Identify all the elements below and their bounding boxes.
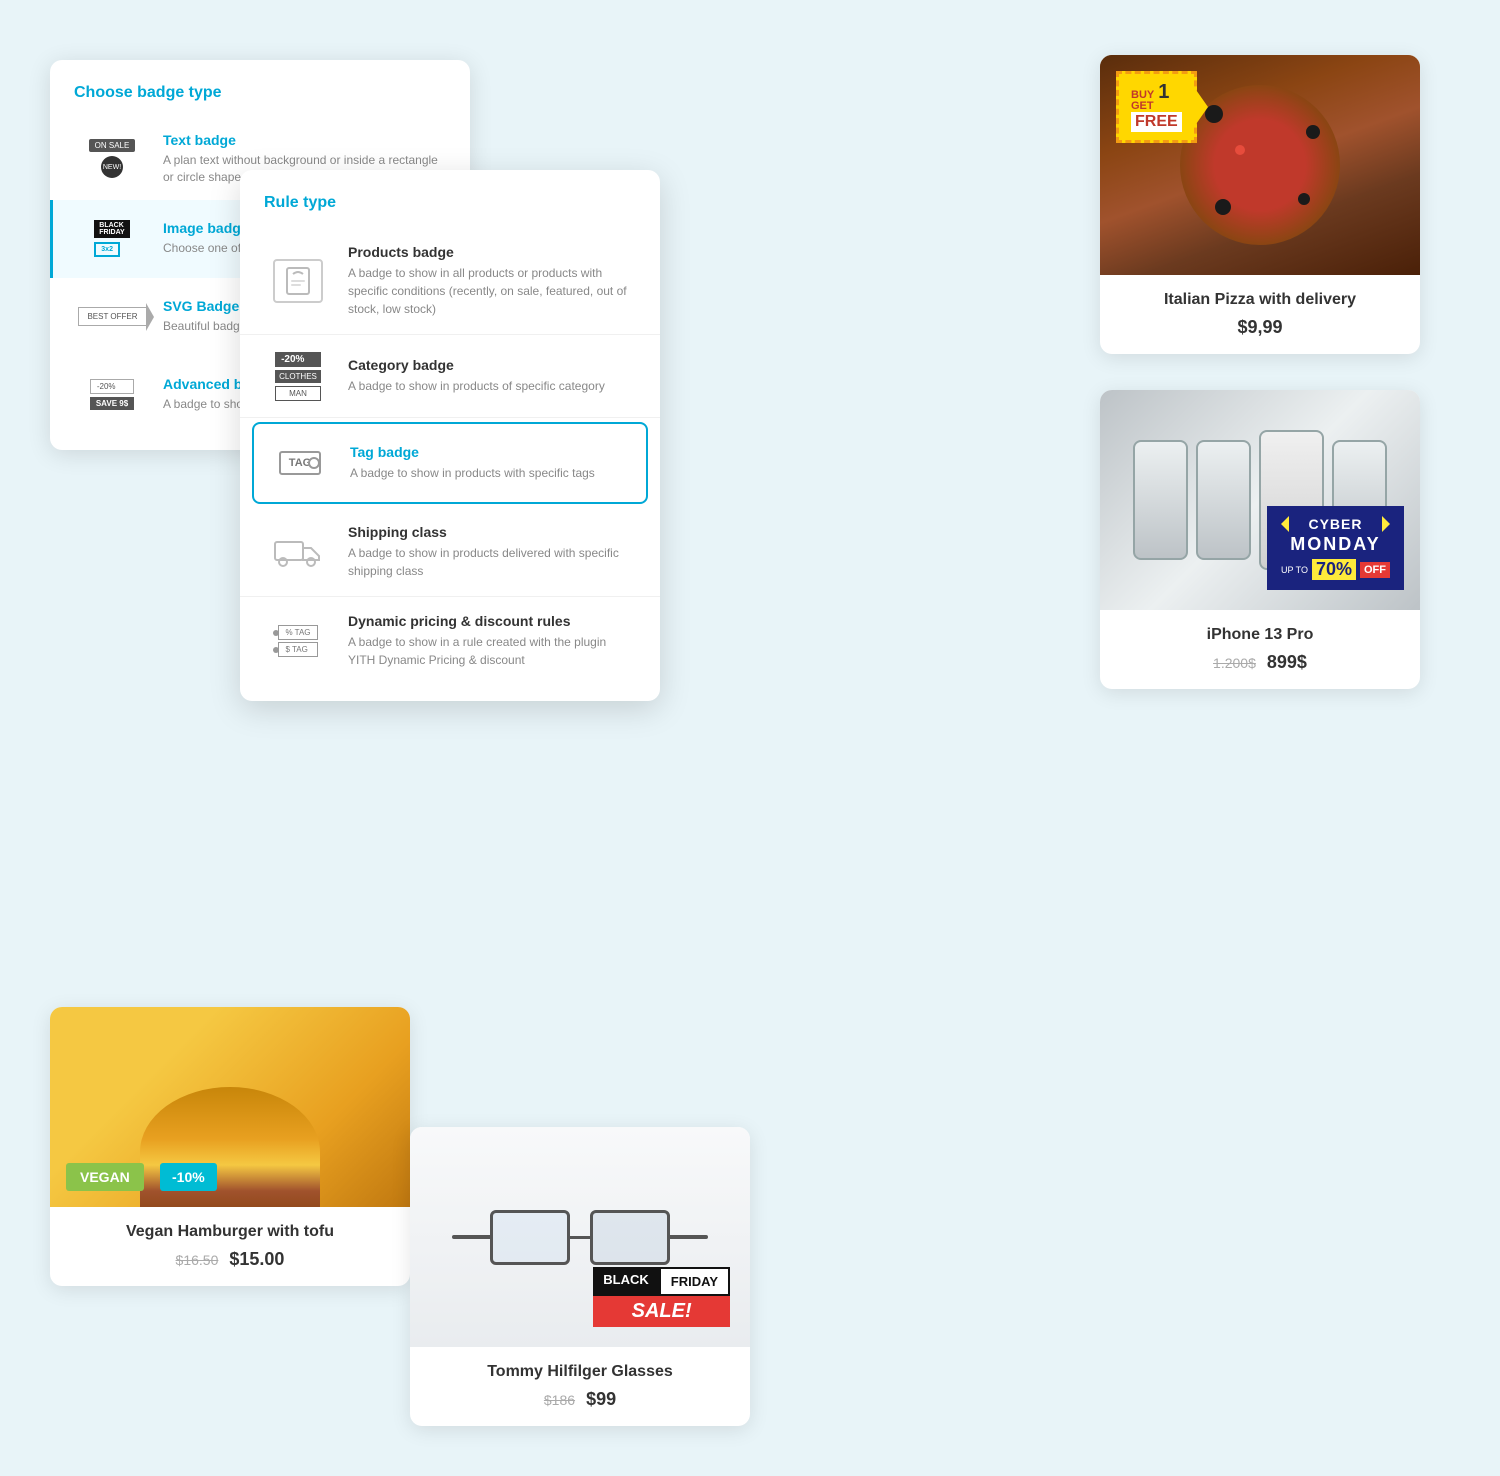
scene: Choose badge type ON SALE NEW! Text badg… xyxy=(0,0,1500,1476)
new-circle: NEW! xyxy=(101,156,123,178)
dynamic-rule-text: Dynamic pricing & discount rules A badge… xyxy=(348,613,632,669)
black-friday-badge: BLACK FRIDAY SALE! xyxy=(593,1267,730,1327)
glasses-bridge xyxy=(570,1236,590,1239)
pizza-card-body: Italian Pizza with delivery $9,99 xyxy=(1100,275,1420,354)
pizza-image: BUYGET 1 FREE xyxy=(1100,55,1420,275)
text-badge-icon: ON SALE NEW! xyxy=(77,134,147,184)
right-lens xyxy=(590,1210,670,1265)
rule-type-panel: Rule type Products badge A badge to show… xyxy=(240,170,660,701)
discount-badge: -10% xyxy=(160,1163,217,1191)
tag-rule-text: Tag badge A badge to show in products wi… xyxy=(350,444,595,482)
pizza-card: BUYGET 1 FREE Italian Pizza with deliver… xyxy=(1100,55,1420,354)
rule-item-category[interactable]: -20% CLOTHES MAN Category badge A badge … xyxy=(240,335,660,418)
cyber-arrow-right xyxy=(1382,516,1390,532)
cyber-monday-badge: CYBER MONDAY UP TO 70% OFF xyxy=(1267,506,1404,590)
rule-item-products[interactable]: Products badge A badge to show in all pr… xyxy=(240,228,660,335)
glasses-card: BLACK FRIDAY SALE! Tommy Hilfilger Glass… xyxy=(410,1127,750,1426)
hamburger-image: VEGAN -10% xyxy=(50,1007,410,1207)
cyber-offer: UP TO 70% OFF xyxy=(1281,559,1390,580)
phone-1 xyxy=(1133,440,1188,560)
glasses-visual xyxy=(452,1210,708,1265)
iphone-card: CYBER MONDAY UP TO 70% OFF iPhone 13 Pro… xyxy=(1100,390,1420,689)
rule-item-shipping[interactable]: Shipping class A badge to show in produc… xyxy=(240,508,660,597)
left-lens xyxy=(490,1210,570,1265)
hamburger-card: VEGAN -10% Vegan Hamburger with tofu $16… xyxy=(50,1007,410,1286)
iphone-card-body: iPhone 13 Pro 1.200$ 899$ xyxy=(1100,610,1420,689)
rule-item-dynamic[interactable]: % TAG $ TAG Dynamic pricing & discount r… xyxy=(240,597,660,685)
shipping-rule-text: Shipping class A badge to show in produc… xyxy=(348,524,632,580)
bf-top-row: BLACK FRIDAY xyxy=(593,1267,730,1296)
glasses-image: BLACK FRIDAY SALE! xyxy=(410,1127,750,1347)
dynamic-pricing-icon: % TAG $ TAG xyxy=(268,616,328,666)
buy-get-free-badge: BUYGET 1 FREE xyxy=(1116,71,1197,143)
category-rule-text: Category badge A badge to show in produc… xyxy=(348,357,605,395)
products-badge-icon xyxy=(268,256,328,306)
products-rule-text: Products badge A badge to show in all pr… xyxy=(348,244,632,318)
hamburger-card-body: Vegan Hamburger with tofu $16.50 $15.00 xyxy=(50,1207,410,1286)
advanced-badge-icon: -20% SAVE 9$ xyxy=(77,370,147,420)
tag-badge-icon: TAG xyxy=(270,438,330,488)
rule-item-tag[interactable]: TAG Tag badge A badge to show in product… xyxy=(252,422,648,504)
category-badge-icon: -20% CLOTHES MAN xyxy=(268,351,328,401)
shipping-class-icon xyxy=(268,527,328,577)
on-sale-pill: ON SALE xyxy=(89,139,136,152)
cyber-arrow-left xyxy=(1281,516,1289,532)
vegan-badge: VEGAN xyxy=(66,1163,144,1191)
image-badge-icon: BLACKFRIDAY 3x2 xyxy=(77,214,147,264)
badge-type-title: Choose badge type xyxy=(50,84,470,118)
iphone-image: CYBER MONDAY UP TO 70% OFF xyxy=(1100,390,1420,610)
glasses-card-body: Tommy Hilfilger Glasses $186 $99 xyxy=(410,1347,750,1426)
rule-type-title: Rule type xyxy=(240,194,660,228)
svg-badge-icon-container: BEST OFFER xyxy=(77,292,147,342)
phone-2 xyxy=(1196,440,1251,560)
